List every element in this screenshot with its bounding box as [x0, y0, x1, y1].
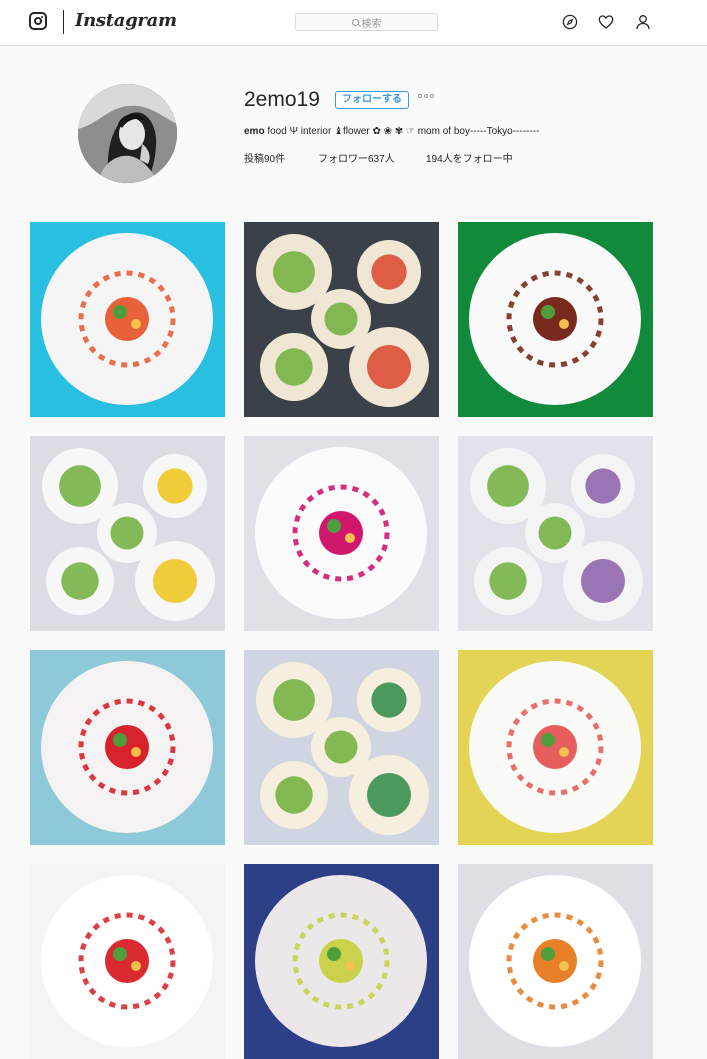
following-count[interactable]: 194人をフォロー中 [426, 150, 513, 165]
logo-divider [63, 10, 64, 34]
post-thumbnail[interactable] [244, 436, 439, 631]
post-thumbnail[interactable] [458, 864, 653, 1059]
top-navigation-bar: Instagram 検索 [0, 0, 707, 46]
more-options-icon[interactable] [418, 94, 434, 98]
post-thumbnail[interactable] [244, 864, 439, 1059]
post-thumbnail[interactable] [30, 436, 225, 631]
post-thumbnail[interactable] [30, 222, 225, 417]
profile-bio: emo food Ψ interior ♝flower ✿ ❀ ✾ ☞ mom … [244, 126, 539, 137]
post-thumbnail[interactable] [458, 650, 653, 845]
search-placeholder: 検索 [361, 18, 382, 30]
search-icon [351, 18, 359, 26]
search-input[interactable]: 検索 [295, 13, 438, 31]
activity-heart-icon[interactable] [598, 14, 614, 30]
profile-person-icon[interactable] [635, 14, 651, 30]
bio-display-name: emo [244, 126, 265, 137]
post-thumbnail[interactable] [244, 222, 439, 417]
bio-text: food Ψ interior ♝flower ✿ ❀ ✾ ☞ mom of b… [267, 126, 540, 137]
post-thumbnail[interactable] [30, 864, 225, 1059]
post-thumbnail[interactable] [458, 436, 653, 631]
follow-button[interactable]: フォローする [335, 91, 409, 109]
profile-avatar[interactable] [78, 84, 177, 183]
profile-username: 2emo19 [244, 88, 320, 111]
instagram-camera-icon[interactable] [29, 12, 47, 30]
post-thumbnail[interactable] [458, 222, 653, 417]
posts-count: 投稿90件 [244, 154, 286, 165]
post-thumbnail[interactable] [244, 650, 439, 845]
explore-compass-icon[interactable] [562, 14, 578, 30]
instagram-wordmark[interactable]: Instagram [75, 10, 177, 31]
followers-count[interactable]: フォロワー637人 [318, 150, 395, 165]
post-thumbnail[interactable] [30, 650, 225, 845]
